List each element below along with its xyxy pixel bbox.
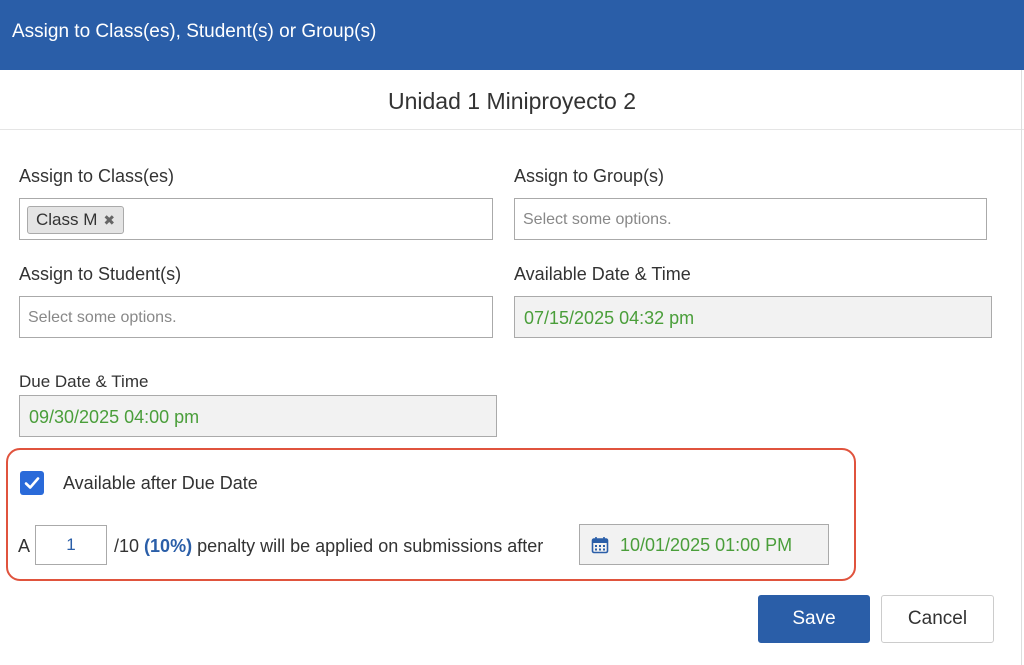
dialog-header: Assign to Class(es), Student(s) or Group…: [0, 0, 1024, 70]
checkmark-icon: [24, 477, 40, 489]
class-tag: Class M ✖: [27, 206, 125, 234]
remove-tag-icon[interactable]: ✖: [103, 207, 115, 233]
groups-placeholder: Select some options.: [523, 211, 672, 228]
groups-label: Assign to Group(s): [514, 166, 665, 186]
due-date-label: Due Date & Time: [19, 372, 149, 391]
classes-select[interactable]: Class M ✖: [19, 198, 493, 240]
students-placeholder: Select some options.: [28, 309, 177, 326]
available-date-value: 07/15/2025 04:32 pm: [524, 308, 695, 328]
calendar-icon: [591, 537, 609, 554]
assignment-name-bar: Unidad 1 Miniproyecto 2: [0, 70, 1024, 130]
available-after-due-checkbox[interactable]: [20, 471, 44, 495]
save-button[interactable]: Save: [758, 595, 870, 643]
penalty-input[interactable]: 1: [35, 525, 107, 565]
late-date-value: 10/01/2025 01:00 PM: [620, 535, 793, 555]
available-date-input[interactable]: 07/15/2025 04:32 pm: [514, 296, 992, 338]
class-tag-label: Class M: [36, 210, 98, 229]
penalty-sentence: /10 (10%) penalty will be applied on sub…: [114, 536, 543, 557]
penalty-out-of: /10: [114, 536, 140, 556]
due-date-input[interactable]: 09/30/2025 04:00 pm: [19, 395, 497, 437]
penalty-percent: (10%): [144, 536, 193, 556]
dialog-edge: [1021, 70, 1022, 665]
available-after-due-label: Available after Due Date: [63, 473, 258, 493]
available-date-label: Available Date & Time: [514, 264, 691, 284]
students-label: Assign to Student(s): [19, 264, 182, 284]
classes-label: Assign to Class(es): [19, 166, 175, 186]
cancel-button[interactable]: Cancel: [881, 595, 994, 643]
assignment-name: Unidad 1 Miniproyecto 2: [387, 88, 637, 114]
late-date-input[interactable]: 10/01/2025 01:00 PM: [579, 524, 829, 565]
students-select[interactable]: Select some options.: [19, 296, 493, 338]
due-date-value: 09/30/2025 04:00 pm: [29, 407, 200, 427]
penalty-suffix: penalty will be applied on submissions a…: [197, 536, 544, 556]
penalty-prefix: A: [18, 536, 31, 556]
dialog-title: Assign to Class(es), Student(s) or Group…: [12, 21, 377, 42]
groups-select[interactable]: Select some options.: [514, 198, 987, 240]
